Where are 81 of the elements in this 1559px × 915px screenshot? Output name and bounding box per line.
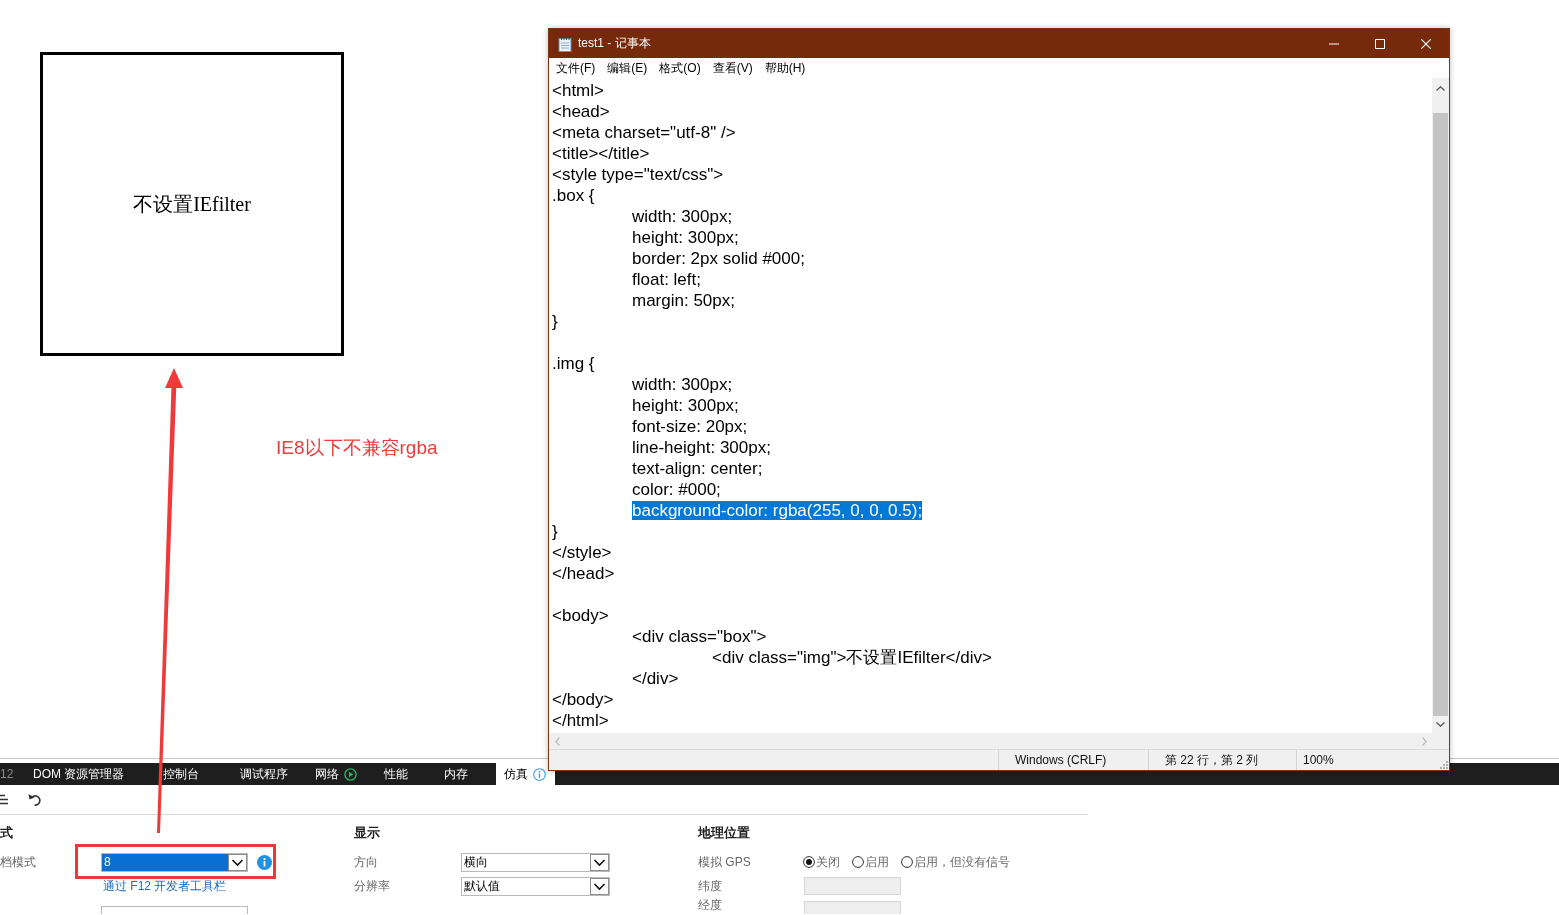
- section-heading: 地理位置: [698, 824, 751, 842]
- maximize-icon[interactable]: [1375, 38, 1385, 49]
- info-icon[interactable]: [257, 854, 272, 870]
- minimize-icon[interactable]: [1329, 42, 1339, 45]
- code-line: <style type="text/css">: [552, 165, 724, 184]
- code-line: </style>: [552, 543, 612, 562]
- field-label: 分辨率: [354, 878, 390, 893]
- link[interactable]: 通过 F12 开发者工具栏: [103, 877, 227, 895]
- devtools-tab[interactable]: 性能: [376, 763, 436, 785]
- code-line: width: 300px;: [632, 375, 733, 394]
- box-label: 不设置IEfilter: [133, 191, 251, 217]
- info-icon: [533, 767, 546, 781]
- chevron-down-icon: [228, 853, 247, 871]
- menu-item[interactable]: 查看(V): [706, 59, 759, 77]
- code-line: <html>: [552, 81, 604, 100]
- code-line: .box {: [552, 186, 595, 205]
- code-line: <body>: [552, 606, 609, 625]
- menu-item[interactable]: 格式(O): [653, 59, 707, 77]
- devtools-tab[interactable]: 控制台: [154, 763, 232, 785]
- window-title: test1 - 记事本: [578, 35, 651, 52]
- code-line: color: #000;: [632, 480, 721, 499]
- code-line: <head>: [552, 102, 610, 121]
- devtools-tab[interactable]: 调试程序: [232, 763, 307, 785]
- resize-grip-icon[interactable]: [1439, 760, 1448, 769]
- dropdown-field[interactable]: 8: [101, 852, 248, 872]
- code-line: border: 2px solid #000;: [632, 249, 805, 268]
- code-line: </div>: [632, 669, 679, 688]
- code-line: text-align: center;: [632, 459, 763, 478]
- radio-option[interactable]: 关闭: [803, 853, 840, 871]
- code-line: }: [552, 312, 558, 331]
- menu-item[interactable]: 编辑(E): [601, 59, 654, 77]
- devtools-tab[interactable]: DOM 资源管理器: [25, 763, 154, 785]
- code-line: float: left;: [632, 270, 701, 289]
- code-line: <div class="img">不设置IEfilter</div>: [712, 648, 992, 667]
- menu-item[interactable]: 文件(F): [550, 59, 602, 77]
- code-line: height: 300px;: [632, 228, 739, 247]
- field-label: 档模式: [0, 854, 36, 869]
- list-icon[interactable]: [0, 794, 8, 805]
- status-text: 100%: [1303, 753, 1334, 767]
- code-line: font-size: 20px;: [632, 417, 748, 436]
- status-text: 第 22 行，第 2 列: [1165, 751, 1259, 769]
- dropdown-field[interactable]: 默认值: [461, 876, 610, 896]
- field-label: 经度: [698, 898, 722, 912]
- code-line: .img {: [552, 354, 595, 373]
- code-line: height: 300px;: [632, 396, 739, 415]
- chevron-down-icon[interactable]: [1436, 722, 1445, 727]
- chevron-up-icon[interactable]: [1436, 86, 1445, 91]
- code-line: }: [552, 522, 558, 541]
- status-text: Windows (CRLF): [1015, 753, 1107, 767]
- field-label: 模拟 GPS: [698, 854, 751, 869]
- code-line: line-height: 300px;: [632, 438, 771, 457]
- chevron-down-icon: [590, 877, 609, 895]
- code-line: </html>: [552, 711, 609, 730]
- devtools-tab[interactable]: 12: [0, 763, 25, 785]
- radio-option[interactable]: 启用，但没有信号: [901, 853, 1010, 871]
- code-line: </head>: [552, 564, 615, 583]
- close-icon[interactable]: [1421, 38, 1431, 49]
- field-label: 纬度: [698, 878, 722, 893]
- devtools-tab[interactable]: 仿真: [496, 763, 555, 785]
- code-line: margin: 50px;: [632, 291, 735, 310]
- chevron-down-icon: [590, 853, 609, 871]
- undo-icon[interactable]: [28, 793, 42, 806]
- play-icon: [344, 767, 357, 781]
- section-heading: 式: [0, 824, 14, 842]
- radio-option[interactable]: 启用: [852, 853, 889, 871]
- vertical-scrollbar[interactable]: [1432, 78, 1449, 733]
- dropdown-field[interactable]: 横向: [461, 852, 610, 872]
- annotation-text: IE8以下不兼容rgba: [276, 436, 438, 460]
- field-label: 方向: [354, 854, 378, 869]
- code-line: <meta charset="utf-8" />: [552, 123, 736, 142]
- code-line: </body>: [552, 690, 614, 709]
- devtools-tab[interactable]: 网络: [307, 763, 376, 785]
- code-line: <title></title>: [552, 144, 650, 163]
- section-heading: 显示: [354, 824, 381, 842]
- code-line: <div class="box">: [632, 627, 767, 646]
- menu-item[interactable]: 帮助(H): [758, 59, 812, 77]
- notepad-icon: [558, 35, 572, 52]
- code-line: width: 300px;: [632, 207, 733, 226]
- devtools-tab[interactable]: 内存: [436, 763, 487, 785]
- dropdown-field[interactable]: [101, 906, 248, 914]
- scrollbar-thumb[interactable]: [1433, 113, 1448, 716]
